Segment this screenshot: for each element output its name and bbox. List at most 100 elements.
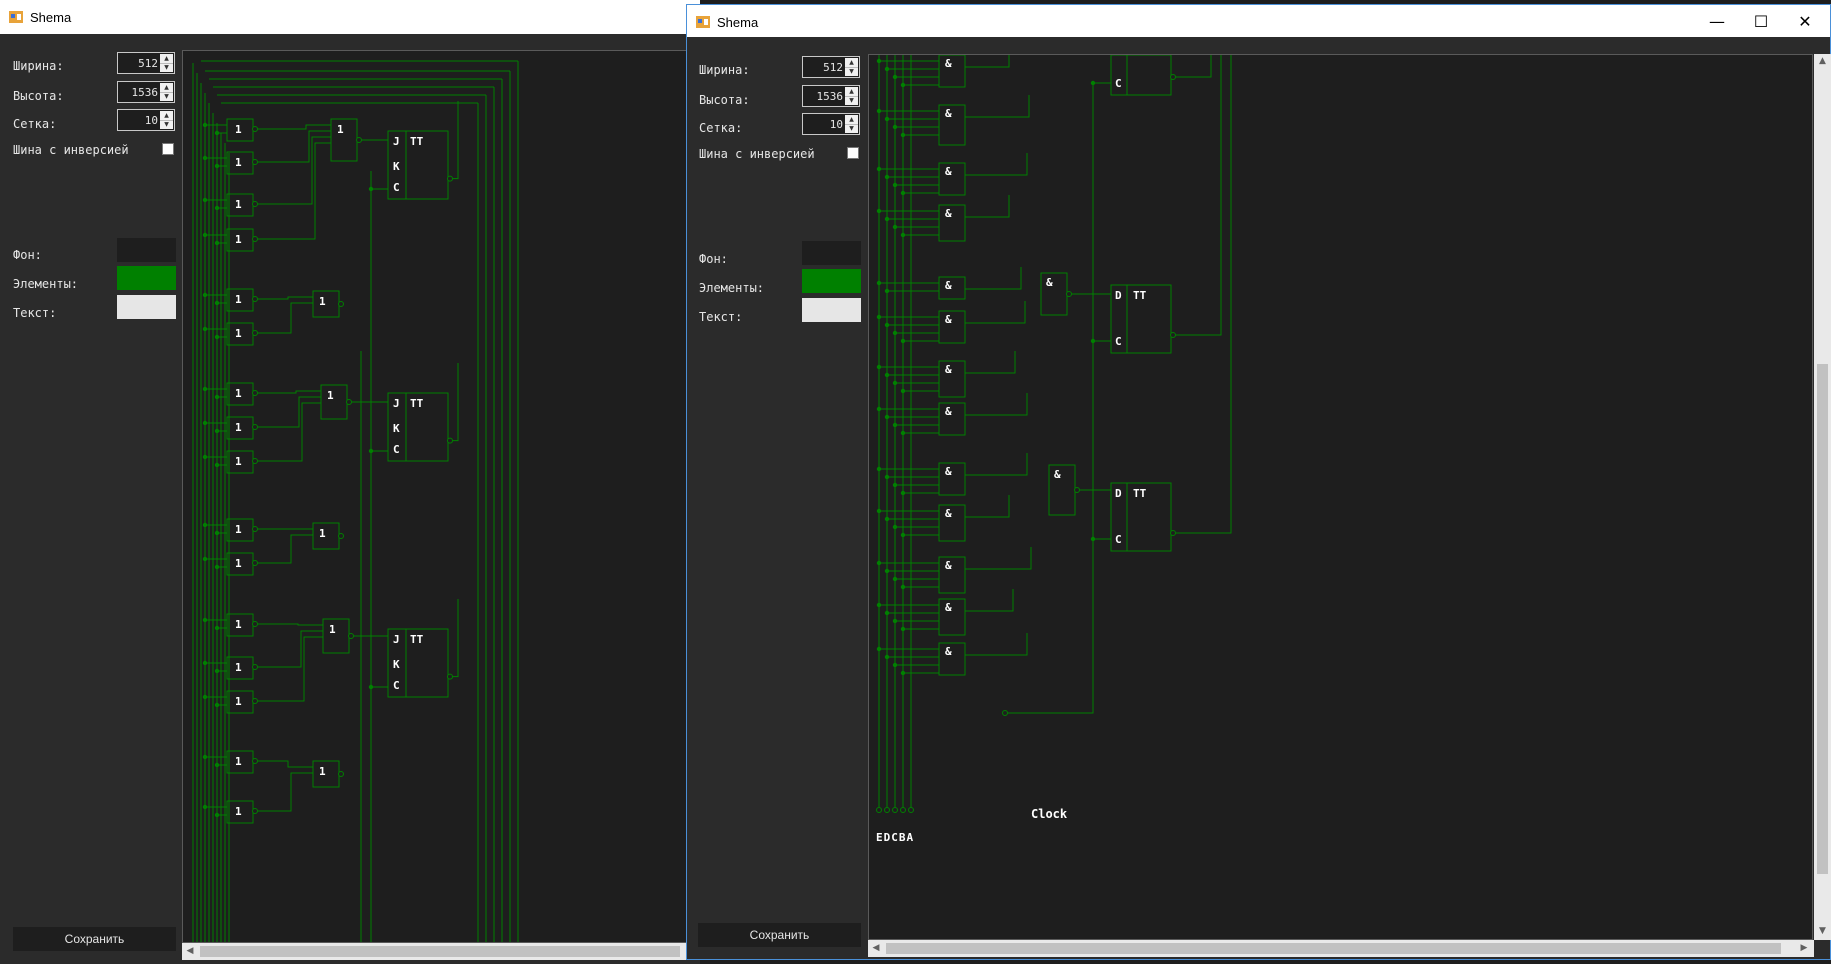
height-down-arrow[interactable]: ▼ (845, 96, 858, 105)
junction-dot (900, 584, 906, 590)
or-gate-label: 1 (235, 233, 242, 246)
front-vertical-scrollbar[interactable]: ▲ ▼ (1814, 54, 1831, 940)
width-stepper[interactable]: ▲▼ (802, 56, 860, 78)
trigger-tt-label: TT (1133, 289, 1147, 302)
junction-dot (876, 602, 882, 608)
or-gate-label: 1 (337, 123, 344, 136)
junction-dot (892, 524, 898, 530)
height-stepper[interactable]: ▲▼ (117, 81, 175, 103)
front-schematic-canvas[interactable]: EDCBA Clock & & & & & & & & & & & & & & & C D TT C D TT C (868, 54, 1813, 940)
or-gate-label: 1 (235, 805, 242, 818)
inversion-circle (252, 758, 258, 764)
junction-dot (892, 662, 898, 668)
inversion-circle (252, 424, 258, 430)
junction-dot (214, 163, 220, 169)
trigger-tt-label: TT (1133, 487, 1147, 500)
grid-down-arrow[interactable]: ▼ (160, 120, 173, 129)
or-gate-label: 1 (235, 523, 242, 536)
background-color-swatch[interactable] (117, 238, 176, 262)
background-color-swatch[interactable] (802, 241, 861, 265)
clock-label: Clock (1031, 807, 1068, 821)
junction-dot (202, 386, 208, 392)
and-gate (938, 598, 966, 636)
and-gate-label: & (945, 207, 952, 220)
maximize-icon[interactable]: ☐ (1739, 9, 1783, 35)
junction-dot (892, 576, 898, 582)
wire (965, 453, 1028, 476)
text-color-swatch[interactable] (802, 298, 861, 322)
inversion-circle (338, 771, 344, 777)
junction-dot (900, 190, 906, 196)
or-gate (320, 384, 348, 420)
trigger-d-label: D (1115, 487, 1122, 500)
grid-stepper[interactable]: ▲▼ (117, 109, 175, 131)
vertical-scroll-thumb[interactable] (1817, 364, 1828, 874)
save-button[interactable]: Сохранить (13, 927, 176, 951)
back-window-titlebar[interactable]: Shema (0, 0, 700, 34)
scroll-up-arrow[interactable]: ▲ (1816, 56, 1829, 66)
grid-stepper[interactable]: ▲▼ (802, 113, 860, 135)
front-horizontal-scrollbar[interactable]: ◀ ▶ (868, 940, 1814, 957)
front-window-titlebar[interactable]: Shema — ☐ ✕ (687, 5, 1830, 37)
or-gate-label: 1 (319, 295, 326, 308)
and-gate (938, 402, 966, 436)
height-stepper[interactable]: ▲▼ (802, 85, 860, 107)
horizontal-scroll-thumb[interactable] (200, 946, 680, 957)
height-input[interactable] (120, 83, 158, 101)
minimize-icon[interactable]: — (1695, 9, 1739, 35)
back-horizontal-scrollbar[interactable]: ◀ (182, 943, 700, 960)
grid-input[interactable] (805, 115, 843, 133)
width-down-arrow[interactable]: ▼ (845, 67, 858, 76)
text-color-swatch[interactable] (117, 295, 176, 319)
grid-input[interactable] (120, 111, 158, 129)
junction-dot (900, 670, 906, 676)
width-stepper[interactable]: ▲▼ (117, 52, 175, 74)
junction-dot (876, 314, 882, 320)
and-gate-label: & (945, 279, 952, 292)
inversion-circle (252, 560, 258, 566)
or-gate-label: 1 (235, 557, 242, 570)
and-gate-label: & (945, 601, 952, 614)
or-gate-label: 1 (235, 455, 242, 468)
grid-down-arrow[interactable]: ▼ (845, 124, 858, 133)
height-input[interactable] (805, 87, 843, 105)
wire (965, 589, 1014, 612)
trigger-c-label: C (393, 181, 400, 194)
save-button[interactable]: Сохранить (698, 923, 861, 947)
scroll-left-arrow[interactable]: ◀ (870, 943, 882, 953)
inversion-circle (252, 808, 258, 814)
scroll-right-arrow[interactable]: ▶ (1798, 943, 1810, 953)
inversion-circle (884, 807, 890, 813)
inversion-bus-checkbox[interactable] (162, 143, 174, 155)
inversion-circle (1170, 332, 1176, 338)
junction-dot (884, 66, 890, 72)
inversion-bus-checkbox[interactable] (847, 147, 859, 159)
back-schematic-canvas[interactable]: 1 1 1 1 1 J K C TT 1 1 1 1 1 1 1 J K C TT 1 1 1 1 1 1 1 J K C TT 1 1 1 (182, 50, 700, 943)
inversion-circle (1170, 530, 1176, 536)
wire (257, 396, 321, 428)
scroll-left-arrow[interactable]: ◀ (184, 946, 196, 956)
junction-dot (900, 430, 906, 436)
junction-dot (892, 224, 898, 230)
inversion-circle (252, 126, 258, 132)
junction-dot (214, 334, 220, 340)
and-gate-label: & (945, 559, 952, 572)
and-gate (938, 642, 966, 676)
horizontal-scroll-thumb[interactable] (886, 943, 1781, 954)
elements-color-swatch[interactable] (802, 269, 861, 293)
width-down-arrow[interactable]: ▼ (160, 63, 173, 72)
inversion-circle (252, 296, 258, 302)
junction-dot (214, 428, 220, 434)
width-input[interactable] (805, 58, 843, 76)
inversion-circle (1066, 291, 1072, 297)
trigger-tt-label: TT (410, 397, 424, 410)
wire (257, 760, 313, 768)
close-icon[interactable]: ✕ (1783, 9, 1827, 35)
elements-color-swatch[interactable] (117, 266, 176, 290)
height-down-arrow[interactable]: ▼ (160, 92, 173, 101)
scroll-down-arrow[interactable]: ▼ (1816, 926, 1829, 936)
junction-dot (900, 338, 906, 344)
trigger-k-label: K (393, 658, 400, 671)
width-input[interactable] (120, 54, 158, 72)
junction-dot (892, 124, 898, 130)
